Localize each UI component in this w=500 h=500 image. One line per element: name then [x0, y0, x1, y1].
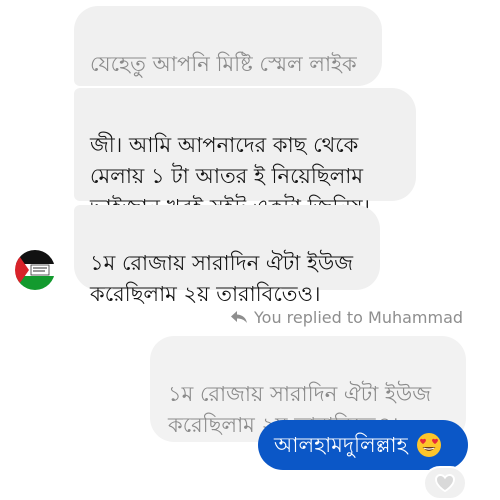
reply-notice-text: You replied to Muhammad: [254, 307, 464, 327]
reply-notice: You replied to Muhammad: [230, 305, 463, 329]
heart-eyes-emoji-icon: [416, 433, 441, 457]
heart-icon: [434, 473, 456, 493]
incoming-message-3[interactable]: ১ম রোজায় সারাদিন ঐটা ইউজ করেছিলাম ২য় ত…: [74, 205, 380, 306]
incoming-message-2[interactable]: জী। আমি আপনাদের কাছ থেকে মেলায় ১ টা আতর…: [74, 88, 416, 219]
outgoing-message-text: আলহামদুলিল্লাহ: [274, 432, 408, 457]
reaction-badge[interactable]: [423, 466, 467, 500]
incoming-message-1[interactable]: যেহেতু আপনি মিষ্টি স্মেল লাইক করেন: [74, 6, 382, 107]
reply-arrow-icon: [231, 311, 247, 323]
chat-screen: যেহেতু আপনি মিষ্টি স্মেল লাইক করেন জী। আ…: [0, 0, 500, 500]
message-text: ১ম রোজায় সারাদিন ঐটা ইউজ করেছিলাম ২য় ত…: [90, 251, 354, 306]
flag-avatar-icon: [15, 250, 55, 290]
avatar[interactable]: [15, 250, 55, 290]
outgoing-message[interactable]: আলহামদুলিল্লাহ: [258, 420, 468, 470]
